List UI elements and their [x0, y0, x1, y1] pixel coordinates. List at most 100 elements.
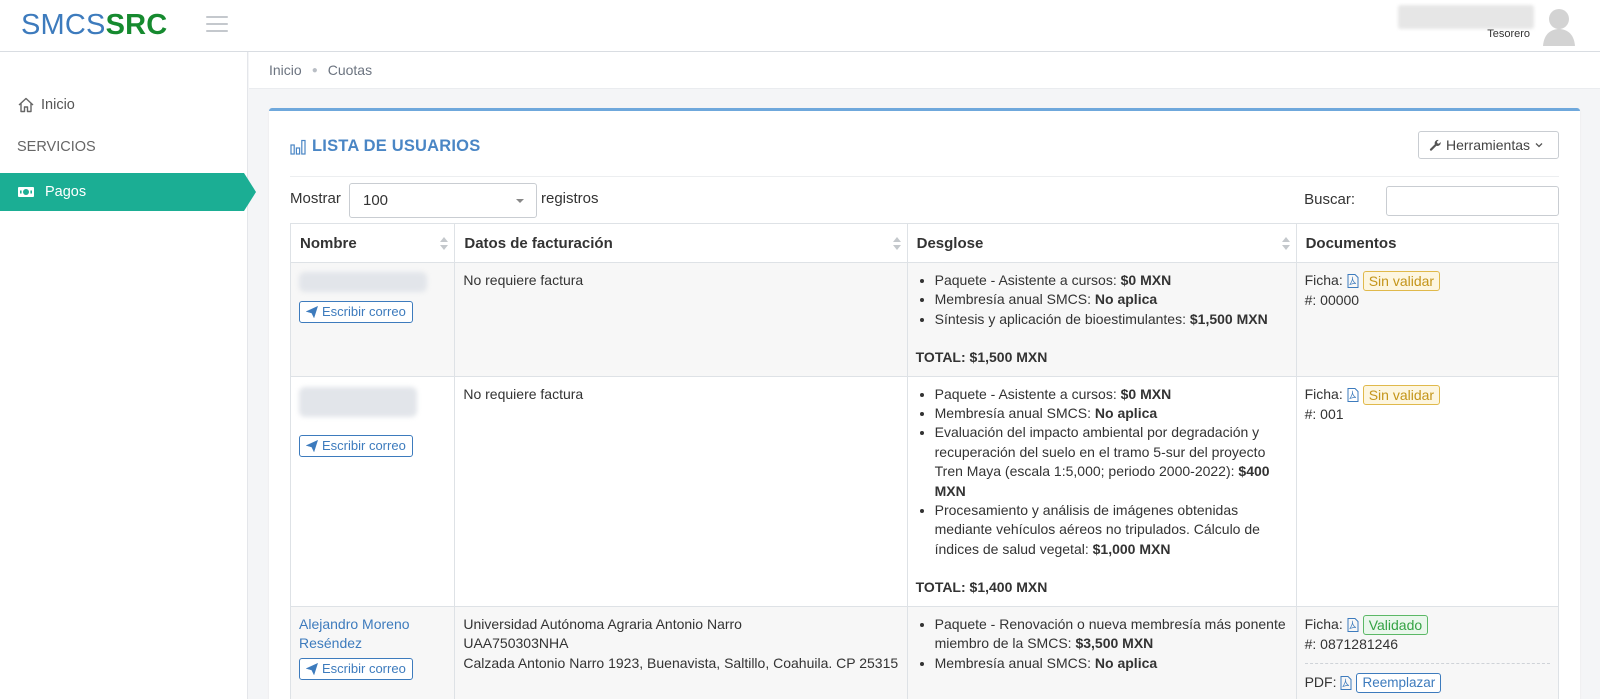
name-redacted: [299, 272, 427, 292]
sidebar-item-inicio[interactable]: Inicio: [0, 86, 248, 124]
breadcrumb-item-cuotas: Cuotas: [327, 62, 373, 78]
sidebar-item-label: Inicio: [41, 97, 75, 113]
select-caret-icon: [516, 199, 524, 203]
sidebar-section-servicios: SERVICIOS: [0, 128, 248, 166]
list-item: Paquete - Asistente a cursos: $0 MXN: [935, 271, 1288, 290]
sidebar-section-label: SERVICIOS: [17, 139, 96, 155]
card-divider: [290, 176, 1559, 177]
name-redacted: [299, 386, 417, 417]
sidebar-item-label: Pagos: [45, 184, 87, 200]
bar-chart-icon: [290, 139, 306, 155]
breadcrumb: Inicio ● Cuotas: [249, 52, 1600, 89]
pdf-file-icon[interactable]: [1347, 274, 1359, 288]
column-header-documentos: Documentos: [1295, 223, 1560, 263]
payment-number: #: 001: [1304, 405, 1344, 422]
pdf-file-icon[interactable]: [1347, 617, 1359, 632]
home-icon: [18, 97, 34, 113]
search-label: Buscar:: [1304, 191, 1355, 208]
search-input[interactable]: [1386, 186, 1559, 216]
cell-name: Alejandro Moreno Reséndez Escribir corre…: [289, 605, 456, 699]
billing-line: UAA750303NHA: [463, 635, 569, 652]
page-size-select[interactable]: 100: [349, 183, 537, 218]
menu-toggle-icon[interactable]: [206, 16, 228, 34]
cell-billing: Universidad Autónoma Agraria Antonio Nar…: [454, 605, 908, 699]
list-item: Procesamiento y análisis de imágenes obt…: [935, 501, 1288, 559]
user-role: Tesorero: [1487, 28, 1530, 40]
ficha-label: Ficha:: [1304, 272, 1343, 289]
sidebar: Inicio SERVICIOS Pagos: [0, 52, 256, 699]
money-icon: [18, 187, 34, 197]
pdf-file-icon[interactable]: [1347, 387, 1359, 402]
billing-line: Calzada Antonio Narro 1923, Buenavista, …: [463, 654, 899, 671]
logo-part-1: SMCS: [21, 9, 106, 41]
billing-line: No requiere factura: [463, 385, 584, 402]
replace-button[interactable]: Reemplazar: [1356, 673, 1442, 694]
table-header-row: Nombre Datos de facturación Desglose Doc…: [289, 223, 1560, 263]
list-item: Membresía anual SMCS: No aplica: [935, 654, 1288, 673]
table-row: Escribir correo No requiere factura Paqu…: [289, 375, 1560, 607]
card-title: LISTA DE USUARIOS: [290, 137, 480, 156]
cell-name: Escribir correo: [289, 375, 456, 607]
billing-line: No requiere factura: [463, 272, 584, 288]
write-email-button[interactable]: Escribir correo: [299, 657, 413, 680]
pdf-label: PDF:: [1304, 674, 1337, 691]
billing-line: Universidad Autónoma Agraria Antonio Nar…: [463, 615, 742, 632]
status-badge: Validado: [1362, 614, 1429, 635]
ficha-label: Ficha:: [1304, 615, 1343, 632]
breadcrumb-item-inicio[interactable]: Inicio: [269, 62, 302, 78]
cell-documents: Ficha: Validado #: 0871281246 PDF: Reemp…: [1295, 605, 1560, 699]
show-label: Mostrar: [290, 190, 341, 207]
cell-breakdown: Paquete - Renovación o nueva membresía m…: [906, 605, 1297, 699]
payment-number: #: 00000: [1304, 292, 1360, 308]
list-item: Paquete - Asistente a cursos: $0 MXN: [935, 385, 1288, 404]
sort-icon: [1281, 237, 1290, 251]
list-item: Membresía anual SMCS: No aplica: [935, 290, 1288, 309]
tools-label: Herramientas: [1445, 137, 1530, 153]
paper-plane-icon: [306, 306, 318, 318]
write-email-button[interactable]: Escribir correo: [299, 434, 413, 457]
page-size-value: 100: [363, 192, 389, 209]
write-email-button[interactable]: Escribir correo: [299, 301, 413, 323]
divider: [1304, 663, 1550, 665]
total-amount: TOTAL: $1,400 MXN: [915, 579, 1048, 596]
paper-plane-icon: [306, 439, 318, 452]
records-label: registros: [541, 190, 599, 207]
wrench-icon: [1429, 139, 1441, 151]
list-item: Membresía anual SMCS: No aplica: [935, 404, 1288, 423]
user-name-redacted: [1398, 5, 1534, 29]
sidebar-item-pagos[interactable]: Pagos: [0, 173, 256, 211]
status-badge: Sin validar: [1362, 384, 1441, 405]
breadcrumb-separator: ●: [311, 64, 318, 76]
user-avatar-icon[interactable]: [1542, 6, 1576, 46]
status-badge: Sin validar: [1362, 271, 1441, 291]
column-header-nombre[interactable]: Nombre: [289, 223, 456, 263]
cell-documents: Ficha: Sin validar #: 001: [1295, 375, 1560, 607]
column-header-desglose[interactable]: Desglose: [906, 223, 1297, 263]
app-logo[interactable]: SMCSSRC: [21, 9, 167, 42]
cell-breakdown: Paquete - Asistente a cursos: $0 MXN Mem…: [906, 375, 1297, 607]
sort-icon: [440, 237, 449, 251]
cell-billing: No requiere factura: [454, 375, 908, 607]
logo-part-2: SRC: [105, 9, 168, 41]
user-name-link[interactable]: Alejandro Moreno Reséndez: [299, 615, 446, 654]
paper-plane-icon: [306, 662, 318, 675]
column-header-facturacion[interactable]: Datos de facturación: [454, 223, 908, 263]
chevron-down-icon: [1535, 143, 1543, 148]
users-card: LISTA DE USUARIOS Herramientas Mostrar 1…: [269, 108, 1580, 699]
top-bar: SMCSSRC Tesorero: [0, 0, 1600, 52]
cell-breakdown: Paquete - Asistente a cursos: $0 MXN Mem…: [906, 262, 1297, 377]
list-item: Evaluación del impacto ambiental por deg…: [935, 423, 1288, 501]
pdf-file-icon[interactable]: [1340, 676, 1352, 691]
cell-name: Escribir correo: [289, 262, 456, 377]
cell-documents: Ficha: Sin validar #: 00000: [1295, 262, 1560, 377]
payment-number: #: 0871281246: [1304, 635, 1399, 652]
table-row: Alejandro Moreno Reséndez Escribir corre…: [289, 605, 1560, 699]
cell-billing: No requiere factura: [454, 262, 908, 377]
users-table: Nombre Datos de facturación Desglose Doc…: [289, 223, 1560, 699]
card-title-text: LISTA DE USUARIOS: [312, 137, 481, 155]
tools-dropdown-button[interactable]: Herramientas: [1417, 131, 1559, 159]
list-item: Paquete - Renovación o nueva membresía m…: [935, 615, 1288, 654]
total-amount: TOTAL: $1,500 MXN: [915, 349, 1048, 366]
ficha-label: Ficha:: [1304, 385, 1343, 402]
sort-icon: [892, 237, 901, 251]
